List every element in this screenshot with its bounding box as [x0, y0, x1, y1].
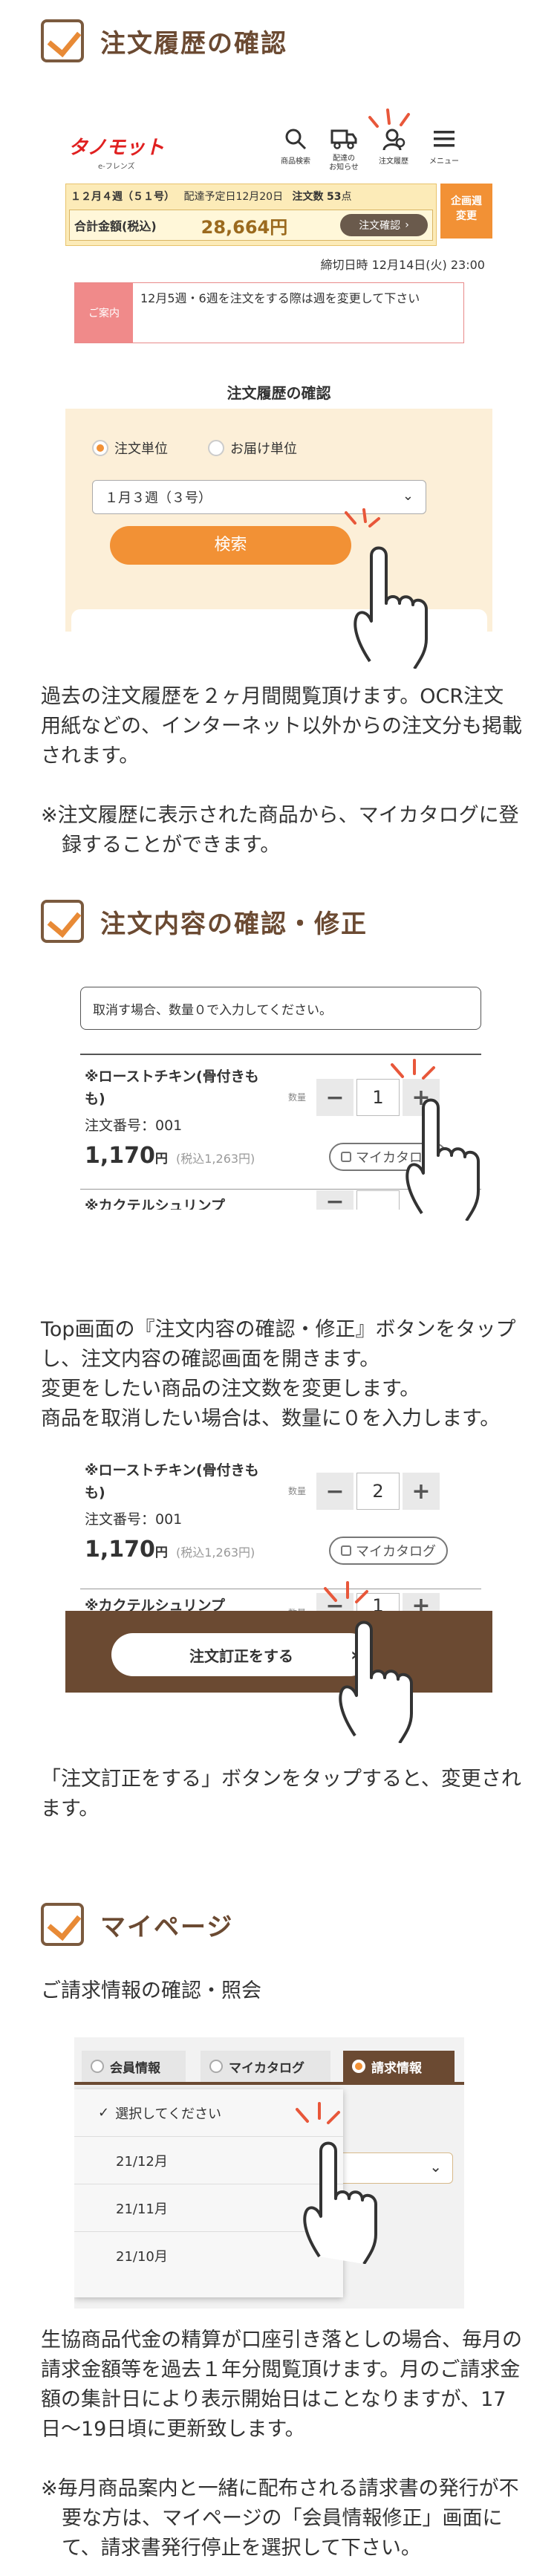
truck-icon — [330, 129, 357, 149]
chevron-right-icon: › — [405, 219, 409, 231]
radio-unselected-icon — [91, 2060, 104, 2073]
submit-description: 「注文訂正をする」ボタンをタップすると、変更されます。 — [41, 1768, 521, 1820]
hand-pointer-icon — [303, 2141, 377, 2264]
mycatalog-button[interactable]: マイカタログ — [329, 1537, 448, 1565]
cancel-hint: 取消す場合、数量０で入力してください。 — [80, 987, 481, 1030]
section-mypage-title: マイページ — [41, 1898, 233, 1950]
logo: タノモット e-フレンズ — [68, 137, 165, 171]
hamburger-icon — [434, 131, 455, 147]
confirm-order-button[interactable]: 注文確認 › — [340, 214, 428, 236]
catalog-icon — [341, 1545, 351, 1556]
nav-menu[interactable]: メニュー — [422, 126, 466, 166]
app-header: タノモット e-フレンズ 商品検索 配達の お知らせ 注文履歴 メニュー — [65, 104, 492, 182]
hand-pointer-icon — [354, 546, 428, 669]
app-screenshot-mypage: 会員情報 マイカタログ 請求情報 ⌄ ✓ 選択してください 21/12月 21/1… — [74, 2037, 464, 2309]
radio-order-unit[interactable]: 注文単位 — [92, 438, 168, 458]
minus-button[interactable]: − — [316, 1473, 354, 1510]
notice-box: ご案内 12月5週・6週を注文をする際は週を変更して下さい — [74, 282, 464, 343]
search-button[interactable]: 検索 — [110, 526, 351, 565]
checkbox-icon — [41, 900, 84, 943]
radio-delivery-unit[interactable]: お届け単位 — [208, 438, 297, 458]
nav-search[interactable]: 商品検索 — [273, 126, 318, 166]
chevron-down-icon: ⌄ — [402, 488, 414, 504]
tab-underline — [74, 2082, 464, 2085]
tab-mycatalog[interactable]: マイカタログ — [201, 2051, 330, 2082]
plus-button[interactable]: + — [403, 1473, 440, 1510]
history-panel-title: 注文履歴の確認 — [227, 384, 331, 402]
radio-unselected-icon — [209, 2060, 223, 2073]
magnifier-icon — [285, 129, 307, 150]
total-box: 合計金額(税込) 28,664円 注文確認 › — [69, 210, 433, 241]
tab-billing[interactable]: 請求情報 — [343, 2051, 455, 2082]
hand-pointer-icon — [339, 1620, 413, 1743]
minus-button[interactable]: − — [316, 1079, 354, 1116]
radio-selected-icon — [92, 440, 108, 456]
tab-member[interactable]: 会員情報 — [82, 2051, 186, 2082]
app-screenshot-submit: ※ローストチキン(骨付きもも) 数量 − 2 + 注文番号：001 1,170円… — [65, 1447, 492, 1745]
checkmark-icon: ✓ — [98, 2105, 110, 2121]
radio-selected-icon — [352, 2060, 365, 2073]
tap-rays-icon — [368, 108, 410, 128]
order-summary: １２月４週（５１号） 配達予定日12月20日 注文数 53点 合計金額(税込) … — [65, 184, 437, 246]
item-row: ※ローストチキン(骨付きもも) 数量 − 2 + 注文番号：001 1,170円… — [80, 1455, 481, 1603]
nav-delivery[interactable]: 配達の お知らせ — [322, 126, 366, 172]
radio-unselected-icon — [208, 440, 224, 456]
chevron-down-icon: ⌄ — [429, 2158, 442, 2176]
hand-pointer-icon — [405, 1098, 480, 1221]
edit-description: Top画面の『注文内容の確認・修正』ボタンをタップし、注文内容の確認画面を開きま… — [41, 1318, 516, 1430]
app-screenshot-history: タノモット e-フレンズ 商品検索 配達の お知らせ 注文履歴 メニュー １２月… — [65, 104, 492, 669]
checkbox-icon — [41, 19, 84, 62]
mypage-description: 生協商品代金の精算が口座引き落としの場合、毎月の請求金額等を過去１年分閲覧頂けま… — [41, 2329, 522, 2560]
app-screenshot-edit: 取消す場合、数量０で入力してください。 ※ローストチキン(骨付きもも) 数量 −… — [65, 979, 492, 1306]
deadline-text: 締切日時 12月14日(火) 23:00 — [320, 258, 486, 272]
section-history-title: 注文履歴の確認 — [41, 15, 287, 67]
mypage-subtitle: ご請求情報の確認・照会 — [41, 1979, 261, 2002]
catalog-icon — [341, 1152, 351, 1162]
notice-tag: ご案内 — [75, 283, 133, 343]
divider — [80, 1054, 481, 1055]
history-description: 過去の注文履歴を２ヶ月間閲覧頂けます。OCR注文用紙などの、インターネット以外か… — [41, 685, 522, 857]
section-edit-title: 注文内容の確認・修正 — [41, 895, 368, 947]
quantity-input[interactable]: 2 — [356, 1473, 400, 1510]
week-change-button[interactable]: 企画週 変更 — [440, 184, 492, 239]
checkbox-icon — [41, 1903, 84, 1946]
